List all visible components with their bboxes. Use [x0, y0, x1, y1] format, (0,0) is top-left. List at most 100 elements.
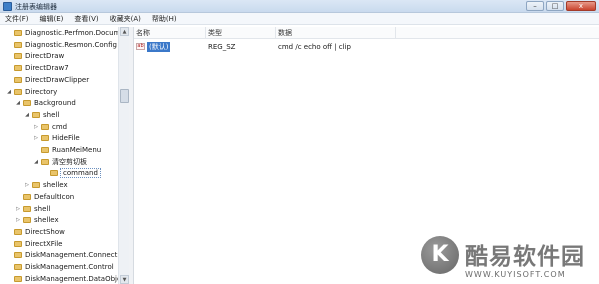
tree-item-label: shell	[34, 204, 51, 213]
tree-item[interactable]: DiskManagement.Connection	[6, 249, 118, 261]
tree-item-label: Diagnostic.Resmon.Config	[25, 40, 117, 49]
folder-icon	[14, 228, 22, 235]
tree-item[interactable]: ◢ shell	[24, 109, 59, 121]
tree-item-label: HideFile	[52, 134, 80, 143]
tree-item-label: DiskManagement.DataObject	[25, 274, 118, 283]
tree-item-label: DiskManagement.Connection	[25, 251, 118, 260]
tree-item[interactable]: DefaultIcon	[15, 191, 74, 203]
minimize-button[interactable]: –	[526, 1, 544, 11]
tree-item-label: shellex	[34, 216, 59, 225]
value-type: REG_SZ	[208, 42, 236, 51]
tree-item[interactable]: ▷ shell	[15, 203, 50, 215]
folder-icon	[14, 41, 22, 48]
value-name-cell: ab (默认)	[136, 41, 206, 52]
tree-item[interactable]: DiskManagement.DataObject	[6, 273, 118, 284]
folder-icon	[32, 111, 40, 118]
folder-icon	[41, 135, 49, 142]
menu-help[interactable]: 帮助(H)	[152, 14, 177, 24]
column-header-type[interactable]: 类型	[206, 27, 276, 39]
scroll-thumb[interactable]	[120, 89, 129, 103]
folder-icon	[14, 30, 22, 36]
tree-item-label: shell	[43, 110, 60, 119]
tree-item[interactable]: ▷ shellex	[15, 214, 59, 226]
tree-item-label: Directory	[25, 87, 58, 96]
folder-icon	[41, 123, 49, 130]
menu-view[interactable]: 查看(V)	[74, 14, 98, 24]
folder-icon	[41, 158, 49, 165]
folder-icon	[14, 65, 22, 72]
window-controls: – □ x	[526, 1, 596, 11]
tree-item-label: shellex	[43, 181, 68, 190]
menu-file[interactable]: 文件(F)	[5, 14, 29, 24]
folder-icon	[14, 53, 22, 60]
folder-icon	[14, 275, 22, 282]
column-header-data[interactable]: 数据	[276, 27, 396, 39]
value-name: (默认)	[147, 41, 171, 52]
tree-item[interactable]: ▷ HideFile	[33, 132, 80, 144]
tree-item[interactable]: RuanMeiMenu	[33, 144, 101, 156]
menu-bar: 文件(F) 编辑(E) 查看(V) 收藏夹(A) 帮助(H)	[0, 13, 599, 25]
tree-item[interactable]: DirectDraw	[6, 50, 64, 62]
scroll-up-arrow-icon[interactable]: ▲	[120, 27, 129, 36]
tree-item-label: command	[60, 168, 101, 179]
watermark-brand: 酷易软件园	[465, 244, 585, 270]
registry-key-tree: Diagnostic.Perfmon.Document Diagnostic.Re…	[0, 27, 118, 284]
tree-item[interactable]: ▷ shellex	[24, 179, 68, 191]
menu-favorites[interactable]: 收藏夹(A)	[110, 14, 141, 24]
tree-item[interactable]: DirectXFile	[6, 238, 62, 250]
tree-item-label: Diagnostic.Perfmon.Document	[25, 29, 118, 37]
tree-scrollbar[interactable]: ▲ ▼	[118, 27, 129, 284]
tree-expander-icon[interactable]: ▷	[33, 135, 39, 141]
tree-item[interactable]: command	[42, 167, 101, 179]
tree-item[interactable]: DirectShow	[6, 226, 65, 238]
column-header-name[interactable]: 名称	[136, 27, 206, 39]
watermark-url: WWW.KUYISOFT.COM	[465, 270, 566, 279]
folder-icon	[23, 100, 31, 107]
regedit-app-icon	[3, 2, 12, 11]
close-button[interactable]: x	[566, 1, 596, 11]
tree-item-label: DefaultIcon	[34, 192, 75, 201]
menu-edit[interactable]: 编辑(E)	[40, 14, 64, 24]
tree-expander-icon[interactable]: ◢	[24, 112, 30, 118]
folder-icon	[23, 217, 31, 224]
tree-item[interactable]: ◢ 清空剪切板	[33, 156, 87, 168]
values-header: 名称 类型 数据	[134, 27, 599, 39]
tree-item-label: DirectShow	[25, 227, 65, 236]
tree-expander-icon[interactable]: ◢	[33, 159, 39, 165]
watermark: K 酷易软件园 WWW.KUYISOFT.COM	[421, 236, 599, 284]
tree-item[interactable]: ▷ cmd	[33, 121, 67, 133]
folder-icon	[23, 205, 31, 212]
tree-expander-icon[interactable]: ▷	[15, 217, 21, 223]
tree-expander-icon[interactable]: ▷	[24, 182, 30, 188]
tree-item[interactable]: DirectDrawClipper	[6, 74, 89, 86]
title-bar: 注册表编辑器 – □ x	[0, 0, 599, 13]
tree-item[interactable]: ◢ Directory	[6, 86, 57, 98]
string-value-icon: ab	[136, 43, 145, 50]
tree-expander-icon[interactable]: ◢	[6, 89, 12, 95]
tree-item[interactable]: ◢ Background	[15, 97, 76, 109]
tree-expander-icon[interactable]: ◢	[15, 100, 21, 106]
tree-expander-icon[interactable]: ▷	[15, 206, 21, 212]
folder-icon	[41, 147, 49, 153]
tree-item-label: DiskManagement.Control	[25, 263, 114, 271]
tree-item-label: 清空剪切板	[52, 157, 87, 166]
maximize-button[interactable]: □	[546, 1, 564, 11]
tree-item-label: DirectDraw	[25, 52, 65, 61]
value-data: cmd /c echo off | clip	[278, 42, 351, 51]
tree-expander-icon[interactable]: ▷	[33, 124, 39, 130]
folder-icon	[14, 88, 22, 95]
tree-item[interactable]: Diagnostic.Perfmon.Document	[6, 27, 118, 39]
tree-item-label: RuanMeiMenu	[52, 146, 102, 154]
folder-icon	[50, 170, 58, 177]
watermark-logo-letter: K	[431, 242, 449, 267]
folder-icon	[14, 252, 22, 259]
tree-item-label: DirectDrawClipper	[25, 75, 90, 84]
scroll-down-arrow-icon[interactable]: ▼	[120, 275, 129, 284]
tree-item-label: cmd	[52, 122, 68, 131]
tree-item[interactable]: Diagnostic.Resmon.Config	[6, 39, 117, 51]
tree-item[interactable]: DiskManagement.Control	[6, 261, 114, 273]
folder-icon	[14, 76, 22, 83]
tree-item[interactable]: DirectDraw7	[6, 62, 69, 74]
folder-icon	[32, 182, 40, 189]
value-row-default[interactable]: ab (默认) REG_SZ cmd /c echo off | clip	[134, 41, 599, 52]
